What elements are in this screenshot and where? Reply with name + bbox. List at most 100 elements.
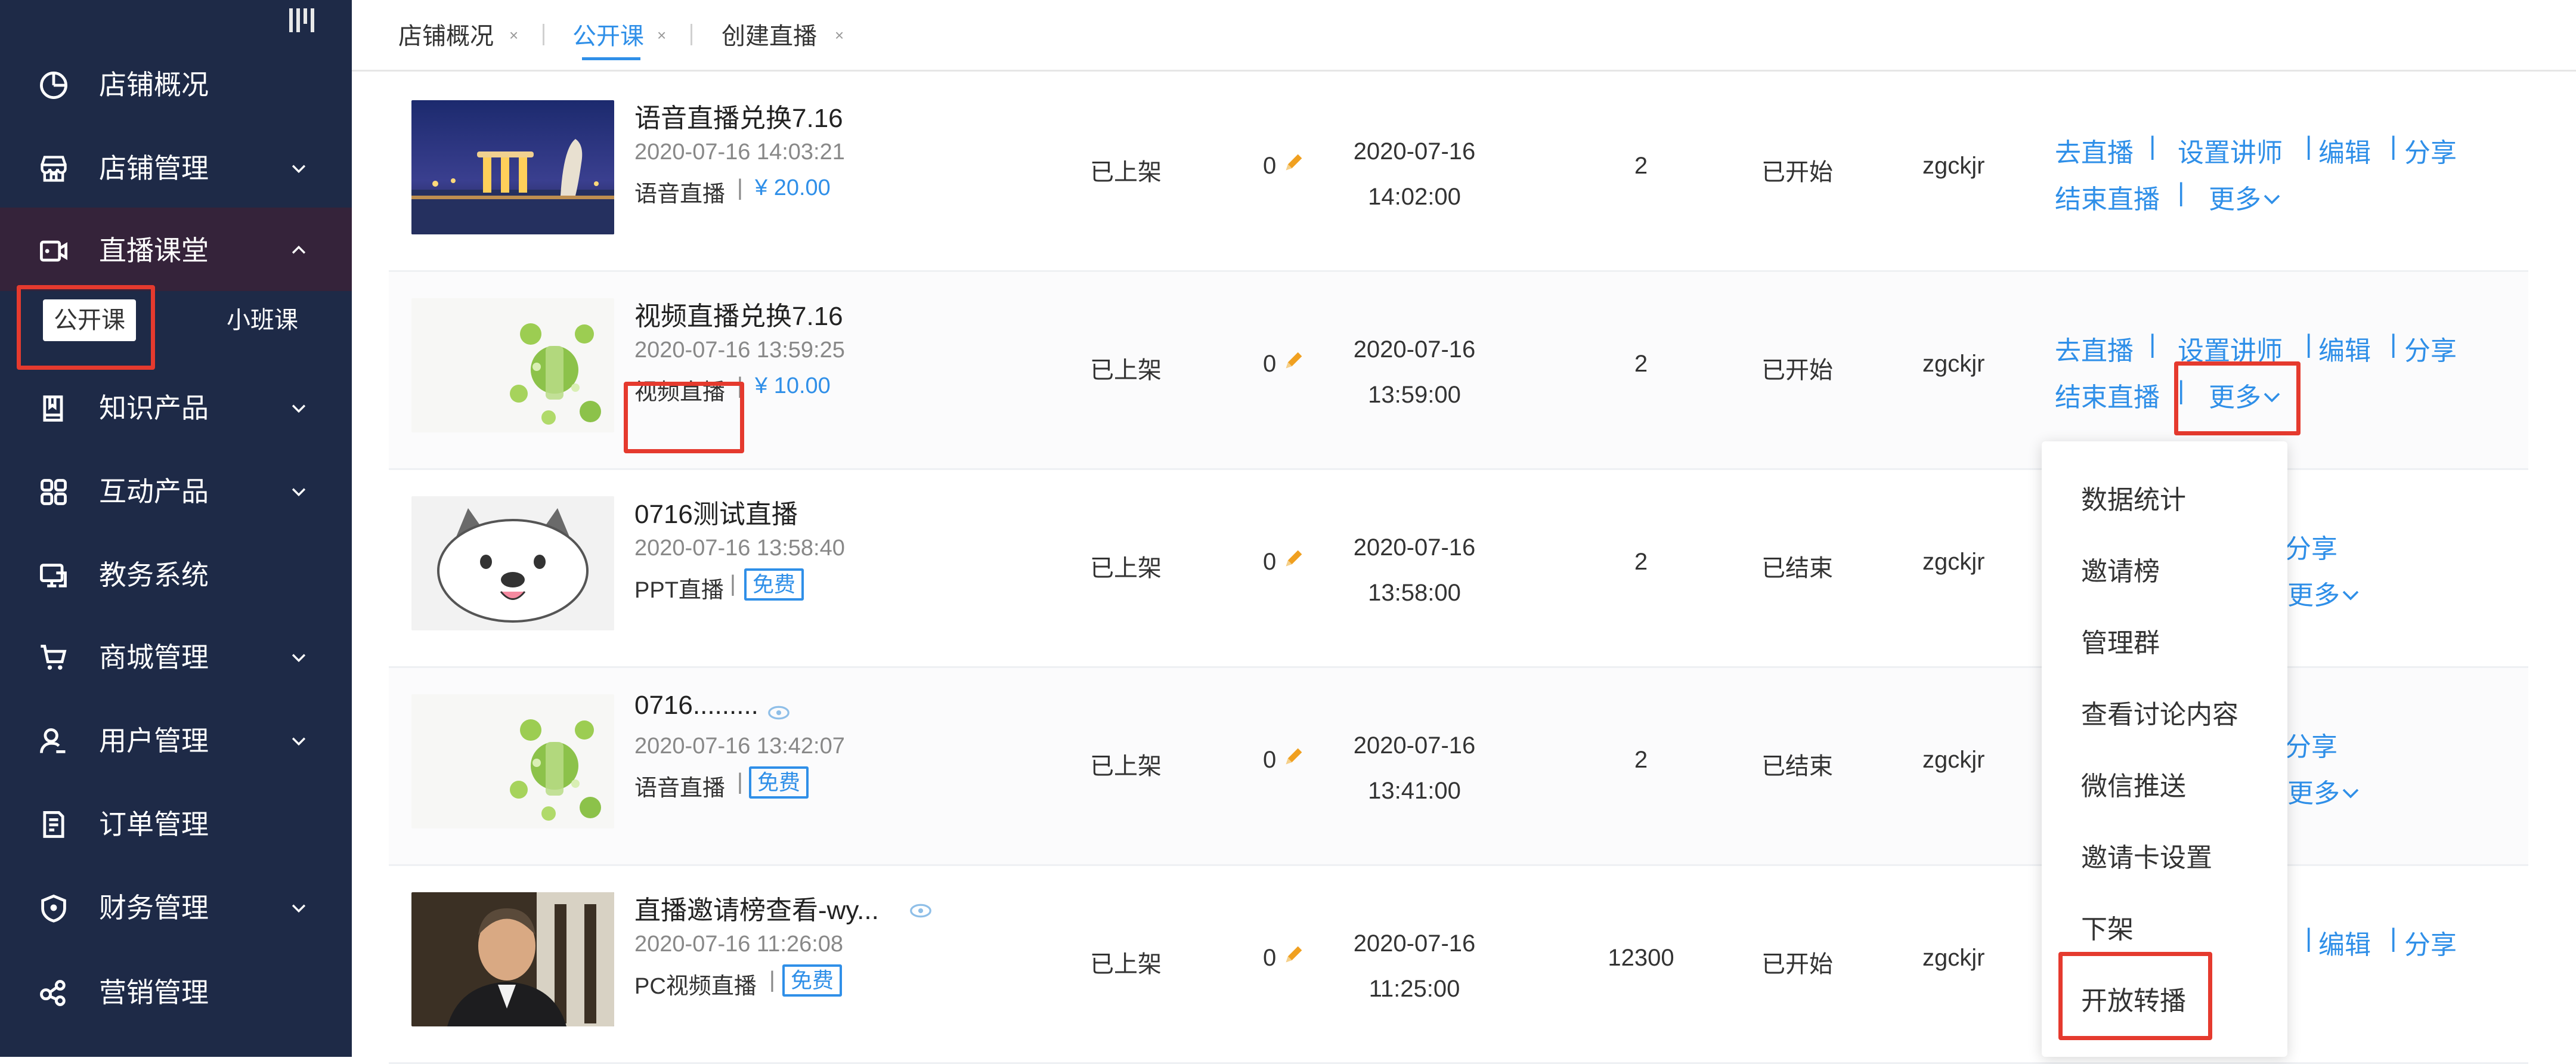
table-row: 视频直播兑换7.16 2020-07-16 13:59:25 视频直播 | ¥ …	[389, 272, 2528, 470]
menu-item-view-discussion[interactable]: 查看讨论内容	[2081, 693, 2238, 731]
created-time: 2020-07-16 11:26:08	[634, 932, 844, 957]
book-icon	[43, 395, 63, 422]
edit-link[interactable]: 编辑	[2318, 329, 2371, 367]
close-icon[interactable]: ×	[509, 26, 518, 45]
menu-item-invite-ranking[interactable]: 邀请榜	[2081, 550, 2160, 588]
more-link[interactable]: 更多	[2287, 574, 2361, 612]
pencil-icon[interactable]	[1282, 348, 1306, 372]
go-live-link[interactable]: 去直播	[2055, 131, 2134, 169]
chevron-down-icon	[2342, 788, 2359, 799]
course-thumbnail[interactable]	[411, 496, 614, 630]
course-title[interactable]: 0716.........	[634, 691, 758, 720]
start-datetime: 2020-07-16 13:41:00	[1353, 732, 1476, 804]
course-title[interactable]: 直播邀请榜查看-wy...	[634, 889, 879, 927]
highlight-box	[2058, 952, 2212, 1040]
separator: |	[2149, 131, 2156, 160]
view-count: 2	[1634, 153, 1648, 179]
share-link[interactable]: 分享	[2404, 923, 2457, 961]
set-lecturer-link[interactable]: 设置讲师	[2178, 131, 2283, 169]
sidebar-item-live-classroom[interactable]: 直播课堂	[0, 208, 352, 291]
sidebar-item-label: 知识产品	[99, 392, 209, 423]
sidebar-subitem-small-class[interactable]: 小班课	[227, 299, 298, 341]
course-thumbnail[interactable]	[411, 694, 614, 828]
sidebar-item-label: 直播课堂	[99, 235, 209, 266]
menu-item-invite-card-settings[interactable]: 邀请卡设置	[2081, 836, 2212, 874]
sidebar-item-order-management[interactable]: 订单管理	[0, 781, 352, 865]
edit-link[interactable]: 编辑	[2318, 923, 2371, 961]
pie-chart-icon	[40, 72, 67, 99]
user-icon	[40, 728, 66, 753]
live-state: 已开始	[1761, 159, 1833, 185]
pencil-icon[interactable]	[1282, 150, 1306, 174]
course-title[interactable]: 语音直播兑换7.16	[634, 97, 843, 135]
pencil-icon[interactable]	[1282, 942, 1306, 966]
price: ¥ 20.00	[755, 175, 831, 200]
sidebar-item-academic-system[interactable]: 教务系统	[0, 532, 352, 615]
video-icon	[40, 240, 67, 262]
more-link[interactable]: 更多	[2287, 772, 2361, 810]
separator: |	[2178, 178, 2185, 207]
go-live-link[interactable]: 去直播	[2055, 329, 2134, 367]
course-title[interactable]: 0716测试直播	[634, 493, 798, 531]
share-link[interactable]: 分享	[2285, 725, 2337, 763]
sidebar-item-interactive-products[interactable]: 互动产品	[0, 449, 352, 532]
free-badge: 免费	[744, 568, 804, 601]
close-icon[interactable]: ×	[835, 26, 844, 45]
more-link[interactable]: 更多	[2209, 178, 2283, 216]
menu-item-take-down[interactable]: 下架	[2081, 908, 2134, 946]
view-count: 2	[1634, 351, 1648, 377]
menu-item-manage-group[interactable]: 管理群	[2081, 621, 2160, 660]
start-datetime: 2020-07-16 14:02:00	[1353, 138, 1476, 210]
sort-value: 0	[1263, 153, 1277, 179]
more-actions-dropdown: 数据统计 邀请榜 管理群 查看讨论内容 微信推送 邀请卡设置 下架 开放转播	[2042, 441, 2287, 1057]
created-time: 2020-07-16 13:59:25	[634, 338, 845, 363]
sidebar-item-label: 订单管理	[99, 809, 209, 840]
course-thumbnail[interactable]	[411, 892, 614, 1026]
pencil-icon[interactable]	[1282, 744, 1306, 768]
tab-separator	[543, 24, 544, 45]
sort-value: 0	[1263, 351, 1277, 377]
edit-link[interactable]: 编辑	[2318, 131, 2371, 169]
sidebar-item-mall-management[interactable]: 商城管理	[0, 614, 352, 698]
sidebar-item-store-management[interactable]: 店铺管理	[0, 125, 352, 209]
share-link[interactable]: 分享	[2404, 329, 2457, 367]
end-live-link[interactable]: 结束直播	[2055, 376, 2160, 414]
sidebar-item-label: 互动产品	[99, 476, 209, 507]
live-state: 已结束	[1761, 753, 1833, 780]
chevron-down-icon	[2342, 590, 2359, 601]
collapse-menu-icon[interactable]	[289, 8, 314, 32]
close-icon[interactable]: ×	[657, 26, 666, 45]
pencil-icon[interactable]	[1282, 546, 1306, 570]
sidebar-item-knowledge-products[interactable]: 知识产品	[0, 365, 352, 449]
tab-create-live[interactable]: 创建直播	[722, 17, 817, 51]
tab-store-overview[interactable]: 店铺概况	[398, 17, 494, 51]
separator: |	[2390, 923, 2397, 952]
tab-public-class[interactable]: 公开课	[572, 17, 644, 51]
menu-item-wechat-push[interactable]: 微信推送	[2081, 765, 2186, 803]
course-thumbnail[interactable]	[411, 298, 614, 432]
live-type: PC视频直播	[634, 974, 757, 999]
course-thumbnail[interactable]	[411, 100, 614, 234]
sidebar-item-store-overview[interactable]: 店铺概况	[0, 42, 352, 125]
end-live-link[interactable]: 结束直播	[2055, 178, 2160, 216]
live-type: PPT直播	[634, 578, 724, 603]
sidebar-item-label: 商城管理	[99, 642, 209, 673]
eye-icon	[768, 706, 789, 720]
live-state: 已开始	[1761, 357, 1833, 383]
chevron-down-icon	[292, 404, 306, 413]
sidebar-item-finance-management[interactable]: 财务管理	[0, 865, 352, 948]
shelf-status: 已上架	[1090, 357, 1162, 383]
separator: |	[769, 967, 775, 992]
share-link[interactable]: 分享	[2285, 527, 2337, 565]
sidebar-item-marketing-management[interactable]: 营销管理	[0, 949, 352, 1033]
sidebar-item-user-management[interactable]: 用户管理	[0, 698, 352, 781]
separator: |	[737, 769, 743, 794]
share-link[interactable]: 分享	[2404, 131, 2457, 169]
view-count: 12300	[1608, 945, 1674, 971]
menu-item-data-statistics[interactable]: 数据统计	[2081, 478, 2186, 516]
chevron-down-icon	[292, 654, 306, 663]
creator: zgckjr	[1922, 945, 1985, 971]
active-tab-indicator	[582, 57, 640, 60]
course-title[interactable]: 视频直播兑换7.16	[634, 295, 843, 333]
highlight-box	[2174, 361, 2301, 435]
